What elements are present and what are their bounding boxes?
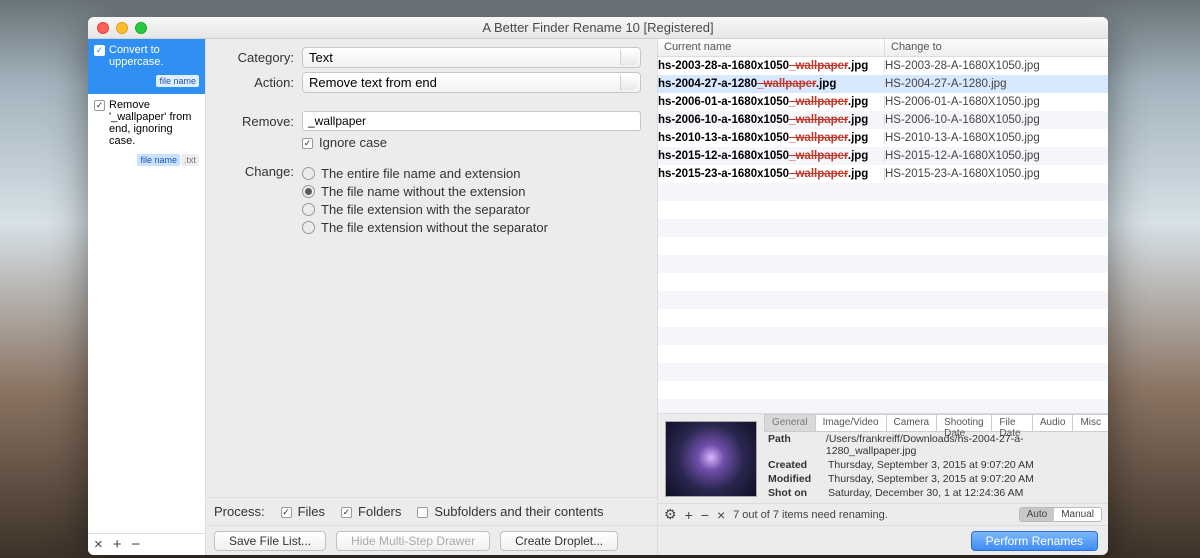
- process-folders-checkbox[interactable]: [341, 507, 352, 518]
- col-current-name[interactable]: Current name: [658, 39, 885, 56]
- add-step-button[interactable]: +: [113, 536, 122, 553]
- seg-manual[interactable]: Manual: [1054, 508, 1101, 521]
- step-checkbox[interactable]: [94, 45, 105, 56]
- change-option-label: The file name without the extension: [321, 184, 526, 199]
- process-label: Process:: [214, 504, 265, 519]
- preview-panel: Current name Change to hs-2003-28-a-1680…: [658, 39, 1108, 555]
- change-option-label: The entire file name and extension: [321, 166, 520, 181]
- info-tab[interactable]: Image/Video: [815, 414, 887, 431]
- steps-sidebar: Convert to uppercase. file name Remove '_…: [88, 39, 206, 555]
- category-select[interactable]: Text ▲▼: [302, 47, 641, 68]
- chevron-updown-icon: ▲▼: [626, 53, 633, 63]
- add-file-button[interactable]: +: [685, 507, 693, 523]
- table-row[interactable]: hs-2006-10-a-1680x1050_wallpaper.jpgHS-2…: [658, 111, 1108, 129]
- save-file-list-button[interactable]: Save File List...: [214, 531, 326, 551]
- preview-table[interactable]: hs-2003-28-a-1680x1050_wallpaper.jpgHS-2…: [658, 57, 1108, 413]
- category-label: Category:: [206, 50, 294, 65]
- ext-chip: .txt: [181, 154, 199, 166]
- perform-renames-button[interactable]: Perform Renames: [971, 531, 1098, 551]
- info-tab[interactable]: General: [764, 414, 816, 431]
- info-tab[interactable]: Camera: [886, 414, 938, 431]
- preview-mode-segment[interactable]: Auto Manual: [1019, 507, 1102, 522]
- clear-files-button[interactable]: ×: [717, 507, 725, 523]
- change-option-label: The file extension with the separator: [321, 202, 530, 217]
- table-row[interactable]: hs-2015-23-a-1680x1050_wallpaper.jpgHS-2…: [658, 165, 1108, 183]
- table-row[interactable]: hs-2010-13-a-1680x1050_wallpaper.jpgHS-2…: [658, 129, 1108, 147]
- create-droplet-button[interactable]: Create Droplet...: [500, 531, 618, 551]
- step-checkbox[interactable]: [94, 100, 105, 111]
- sidebar-step[interactable]: Convert to uppercase. file name: [88, 39, 205, 94]
- chevron-updown-icon: ▲▼: [626, 78, 633, 88]
- info-box: GeneralImage/VideoCameraShooting DateFil…: [658, 413, 1108, 503]
- gear-icon[interactable]: ⚙: [664, 506, 677, 523]
- seg-auto[interactable]: Auto: [1020, 508, 1055, 521]
- change-radio[interactable]: [302, 221, 315, 234]
- remove-text-input[interactable]: [302, 111, 641, 131]
- table-row[interactable]: hs-2003-28-a-1680x1050_wallpaper.jpgHS-2…: [658, 57, 1108, 75]
- table-row[interactable]: hs-2015-12-a-1680x1050_wallpaper.jpgHS-2…: [658, 147, 1108, 165]
- filename-chip: file name: [156, 75, 199, 87]
- remove-file-button[interactable]: −: [701, 507, 709, 523]
- change-radio[interactable]: [302, 185, 315, 198]
- change-radio[interactable]: [302, 203, 315, 216]
- info-tab[interactable]: Audio: [1032, 414, 1074, 431]
- collapse-drawer-button[interactable]: ×: [94, 536, 103, 553]
- step-label: Remove '_wallpaper' from end, ignoring c…: [109, 99, 199, 147]
- action-label: Action:: [206, 75, 294, 90]
- action-select[interactable]: Remove text from end ▲▼: [302, 72, 641, 93]
- settings-panel: Category: Text ▲▼ Action: Remove text fr…: [206, 39, 658, 555]
- col-change-to[interactable]: Change to: [885, 39, 1108, 56]
- change-option-label: The file extension without the separator: [321, 220, 548, 235]
- info-tab[interactable]: Misc: [1072, 414, 1108, 431]
- titlebar[interactable]: A Better Finder Rename 10 [Registered]: [88, 17, 1108, 39]
- table-row[interactable]: hs-2004-27-a-1280_wallpaper.jpgHS-2004-2…: [658, 75, 1108, 93]
- filename-chip: file name: [137, 154, 180, 166]
- sidebar-step[interactable]: Remove '_wallpaper' from end, ignoring c…: [88, 94, 205, 173]
- step-label: Convert to uppercase.: [109, 44, 199, 68]
- status-text: 7 out of 7 items need renaming.: [733, 509, 888, 521]
- info-tab[interactable]: Shooting Date: [936, 414, 992, 431]
- table-row[interactable]: hs-2006-01-a-1680x1050_wallpaper.jpgHS-2…: [658, 93, 1108, 111]
- app-window: A Better Finder Rename 10 [Registered] C…: [88, 17, 1108, 555]
- window-title: A Better Finder Rename 10 [Registered]: [88, 20, 1108, 35]
- remove-step-button[interactable]: −: [132, 536, 141, 553]
- preview-thumbnail: [665, 421, 757, 497]
- change-radio[interactable]: [302, 167, 315, 180]
- info-tab[interactable]: File Date: [991, 414, 1032, 431]
- remove-label: Remove:: [206, 114, 294, 129]
- ignore-case-checkbox[interactable]: [302, 138, 313, 149]
- process-subfolders-checkbox[interactable]: [417, 507, 428, 518]
- ignore-case-label: Ignore case: [319, 135, 387, 150]
- process-files-checkbox[interactable]: [281, 507, 292, 518]
- hide-drawer-button[interactable]: Hide Multi-Step Drawer: [336, 531, 490, 551]
- change-label: Change:: [206, 164, 294, 179]
